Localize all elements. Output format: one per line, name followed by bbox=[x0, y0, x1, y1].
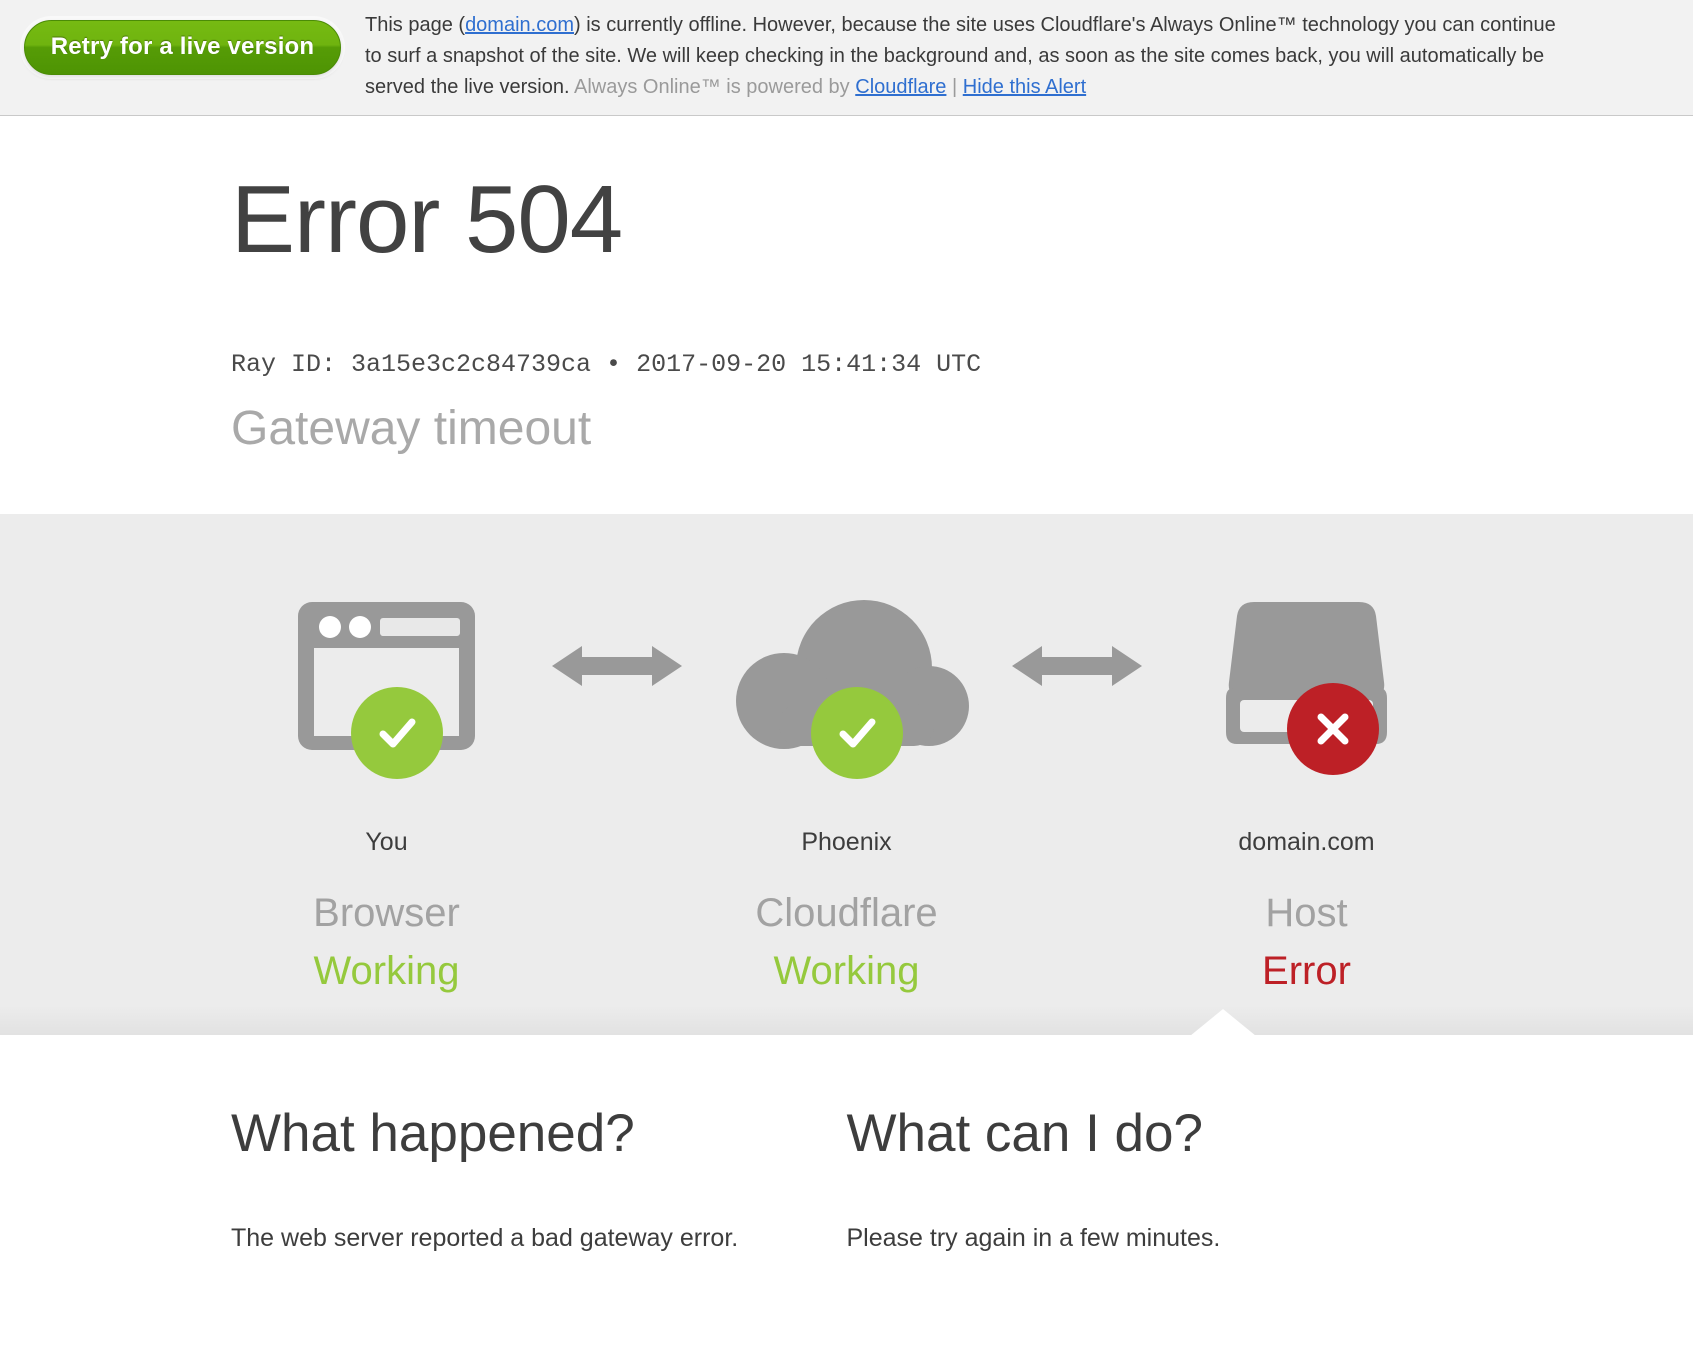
error-header-section: Error 504 Ray ID: 3a15e3c2c84739ca • 201… bbox=[0, 116, 1693, 514]
panel-notch-arrow bbox=[1190, 1008, 1256, 1036]
what-can-i-do-body: Please try again in a few minutes. bbox=[846, 1224, 1221, 1253]
node-status-cloudflare: Working bbox=[773, 948, 920, 993]
double-arrow-icon bbox=[1011, 640, 1142, 697]
alert-separator: | bbox=[951, 76, 958, 98]
server-icon-area bbox=[1172, 576, 1442, 775]
hide-this-alert-link[interactable]: Hide this Alert bbox=[963, 76, 1086, 98]
check-badge-cloudflare bbox=[810, 686, 903, 779]
what-happened-column: What happened? The web server reported a… bbox=[231, 1103, 847, 1256]
status-diagram-panel: You Browser Working Phoenix Cloudflare W… bbox=[0, 513, 1693, 1036]
diagram-node-browser: You Browser Working bbox=[252, 576, 522, 995]
alert-message: This page (domain.com) is currently offl… bbox=[365, 10, 1693, 103]
ray-id-line: Ray ID: 3a15e3c2c84739ca • 2017-09-20 15… bbox=[231, 349, 982, 379]
error-subtitle: Gateway timeout bbox=[231, 401, 592, 455]
explanation-section: What happened? The web server reported a… bbox=[0, 1034, 1693, 1297]
x-badge-host bbox=[1286, 682, 1379, 775]
check-badge-browser bbox=[350, 686, 443, 779]
browser-icon-area bbox=[252, 576, 522, 779]
powered-by-text: Always Online™ is powered by bbox=[574, 76, 850, 98]
node-kind-browser: Browser bbox=[313, 890, 460, 935]
node-label-browser: You bbox=[365, 827, 408, 856]
what-happened-body: The web server reported a bad gateway er… bbox=[231, 1224, 739, 1253]
connector-arrow-2 bbox=[982, 576, 1172, 761]
connector-arrow-1 bbox=[522, 576, 712, 761]
cloud-icon-area bbox=[712, 576, 982, 779]
node-kind-cloudflare: Cloudflare bbox=[755, 890, 938, 935]
domain-link[interactable]: domain.com bbox=[465, 14, 574, 36]
cloudflare-link[interactable]: Cloudflare bbox=[855, 76, 946, 98]
what-can-i-do-column: What can I do? Please try again in a few… bbox=[846, 1103, 1463, 1256]
what-happened-heading: What happened? bbox=[231, 1103, 635, 1163]
diagram-node-cloudflare: Phoenix Cloudflare Working bbox=[712, 576, 982, 995]
node-label-host: domain.com bbox=[1238, 827, 1375, 856]
double-arrow-icon bbox=[551, 640, 682, 697]
what-can-i-do-heading: What can I do? bbox=[846, 1103, 1203, 1163]
node-status-host: Error bbox=[1262, 948, 1351, 993]
node-kind-host: Host bbox=[1265, 890, 1348, 935]
node-status-browser: Working bbox=[313, 948, 460, 993]
page-title: Error 504 bbox=[231, 166, 623, 273]
retry-button-container: Retry for a live version bbox=[0, 10, 365, 75]
retry-for-live-version-button[interactable]: Retry for a live version bbox=[23, 20, 342, 75]
diagram-node-host: domain.com Host Error bbox=[1172, 576, 1442, 995]
node-label-cloudflare: Phoenix bbox=[801, 827, 892, 856]
always-online-alert-bar: Retry for a live version This page (doma… bbox=[0, 0, 1693, 116]
alert-text-part1: This page ( bbox=[365, 14, 466, 36]
